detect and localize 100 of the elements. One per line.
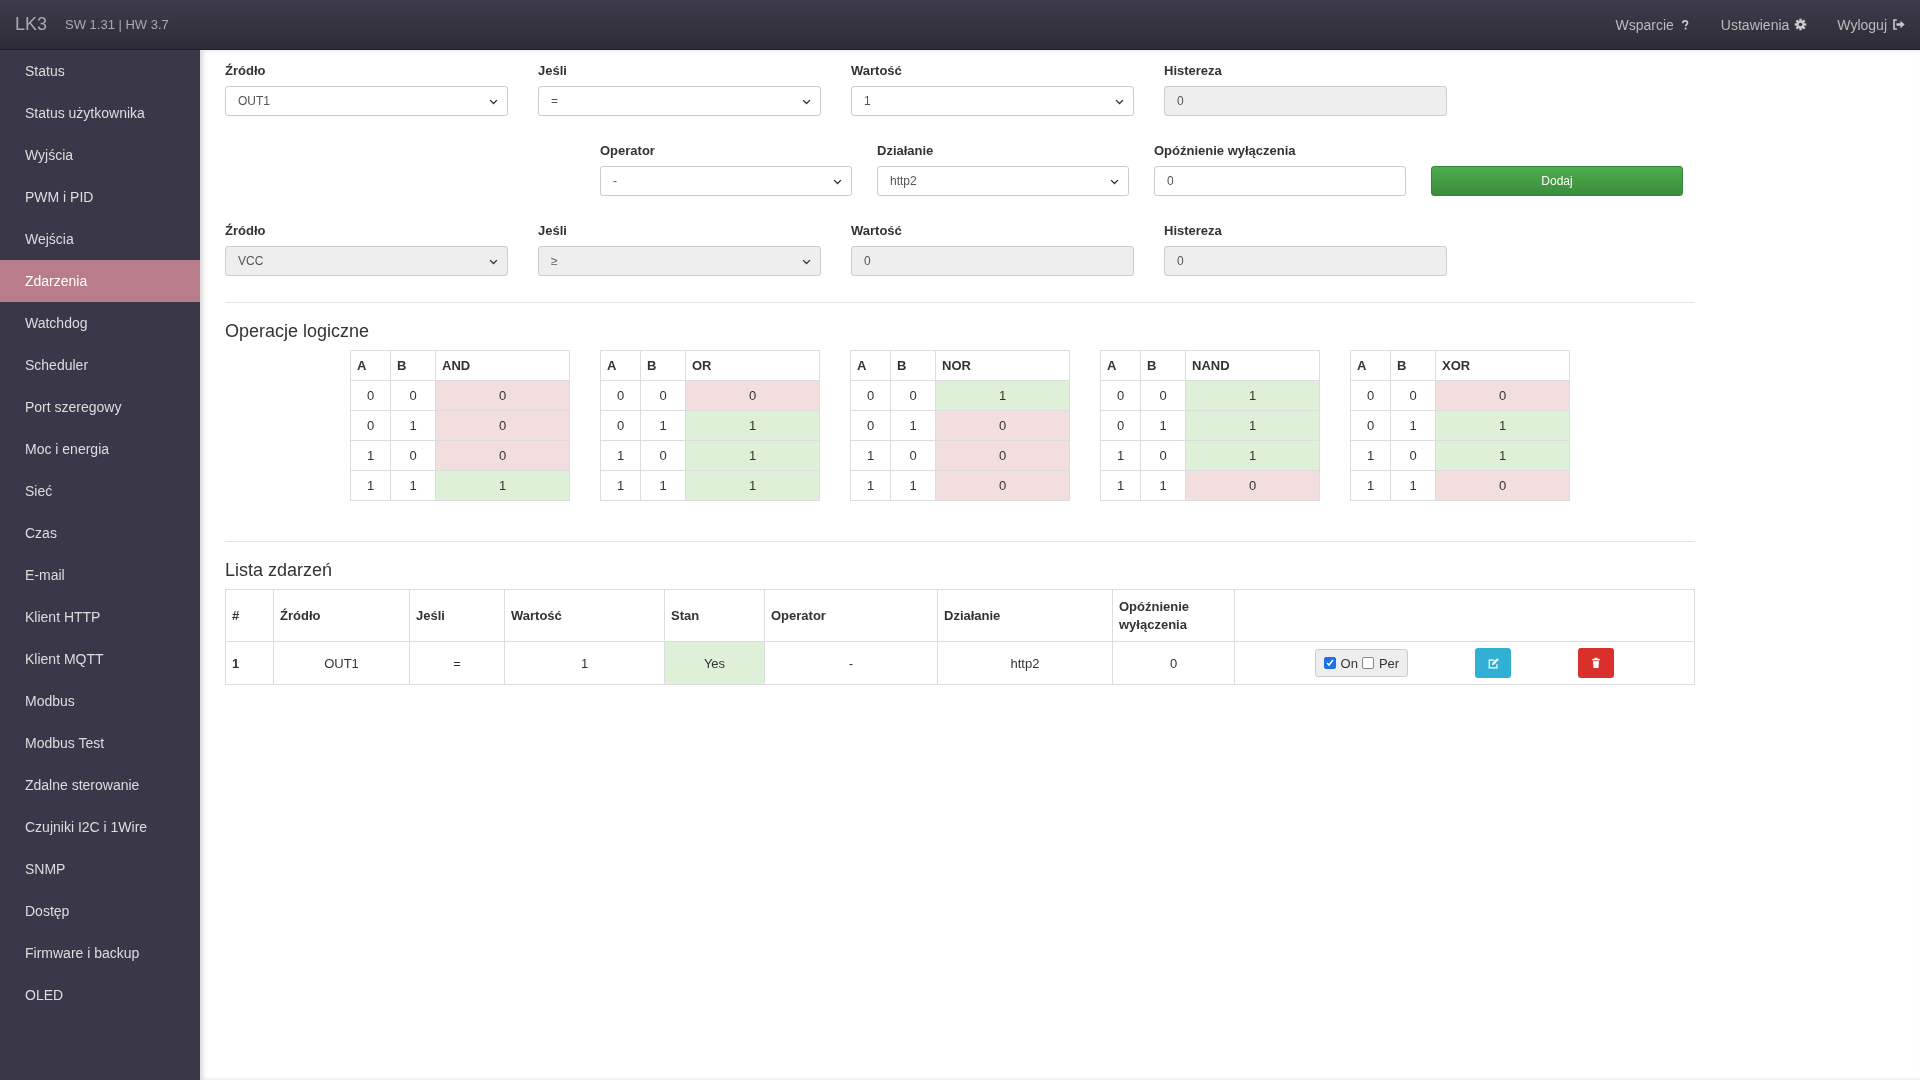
field-label: Jeśli bbox=[538, 62, 567, 80]
column-header: A bbox=[1100, 350, 1141, 381]
status-cell: Yes bbox=[664, 641, 765, 685]
table-cell: 0 bbox=[390, 440, 436, 471]
table-cell: 0 bbox=[1390, 380, 1436, 411]
column-header: Działanie bbox=[937, 589, 1113, 642]
table-cell: 0 bbox=[390, 380, 436, 411]
table-cell: 1 bbox=[1350, 440, 1391, 471]
column-header: Jeśli bbox=[409, 589, 505, 642]
table-cell: 0 bbox=[600, 410, 641, 441]
table-cell: 0 bbox=[850, 380, 891, 411]
table-cell: 0 bbox=[1390, 440, 1436, 471]
select-field[interactable]: OUT1 bbox=[225, 86, 508, 116]
checkbox[interactable] bbox=[1361, 657, 1374, 669]
sidebar-item[interactable]: Sieć bbox=[0, 470, 200, 512]
sidebar-item[interactable]: Zdalne sterowanie bbox=[0, 764, 200, 806]
column-header: NAND bbox=[1185, 350, 1320, 381]
delete-button[interactable] bbox=[1578, 648, 1615, 678]
sidebar-item[interactable]: Czujniki I2C i 1Wire bbox=[0, 806, 200, 848]
table-cell: 1 bbox=[1100, 470, 1141, 501]
column-header: B bbox=[1390, 350, 1436, 381]
edit-button[interactable] bbox=[1475, 648, 1512, 678]
result-cell: 1 bbox=[435, 470, 570, 501]
table-cell: 1 bbox=[1350, 470, 1391, 501]
sidebar-item[interactable]: Firmware i backup bbox=[0, 932, 200, 974]
sidebar-item[interactable]: SNMP bbox=[0, 848, 200, 890]
table-cell: http2 bbox=[937, 641, 1113, 685]
column-header: B bbox=[890, 350, 936, 381]
result-cell: 0 bbox=[1185, 470, 1320, 501]
sidebar-item[interactable]: E-mail bbox=[0, 554, 200, 596]
edit-icon bbox=[1486, 656, 1500, 670]
column-header: NOR bbox=[935, 350, 1070, 381]
table-cell: 0 bbox=[1140, 380, 1186, 411]
table-cell: 1 bbox=[890, 410, 936, 441]
table-cell: OUT1 bbox=[273, 641, 410, 685]
sidebar-item[interactable]: OLED bbox=[0, 974, 200, 1016]
table-cell: 1 bbox=[890, 470, 936, 501]
nav-link[interactable]: Wyloguj bbox=[1837, 16, 1905, 33]
result-cell: 0 bbox=[435, 440, 570, 471]
column-header: A bbox=[600, 350, 641, 381]
sidebar-item[interactable]: Status bbox=[0, 50, 200, 92]
column-header: B bbox=[1140, 350, 1186, 381]
table-cell: 1 bbox=[390, 470, 436, 501]
nav-link[interactable]: Wsparcie bbox=[1615, 16, 1691, 33]
sidebar-item[interactable]: Status użytkownika bbox=[0, 92, 200, 134]
sidebar-item[interactable]: Modbus Test bbox=[0, 722, 200, 764]
sidebar-item[interactable]: Wejścia bbox=[0, 218, 200, 260]
table-cell: 0 bbox=[640, 440, 686, 471]
column-header: Operator bbox=[764, 589, 938, 642]
input-field[interactable]: 0 bbox=[1154, 166, 1406, 196]
table-cell: 0 bbox=[1350, 410, 1391, 441]
table-cell: 1 bbox=[640, 410, 686, 441]
table-cell: 0 bbox=[890, 380, 936, 411]
field-label: Działanie bbox=[877, 142, 934, 160]
result-cell: 0 bbox=[435, 380, 570, 411]
sidebar-item[interactable]: Czas bbox=[0, 512, 200, 554]
result-cell: 1 bbox=[1185, 410, 1320, 441]
table-cell: 0 bbox=[1112, 641, 1235, 685]
field-label: Histereza bbox=[1164, 62, 1222, 80]
select-field[interactable]: http2 bbox=[877, 166, 1129, 196]
result-cell: 0 bbox=[685, 380, 820, 411]
sidebar-item[interactable]: Port szeregowy bbox=[0, 386, 200, 428]
select-field[interactable]: 1 bbox=[851, 86, 1134, 116]
table-cell: 0 bbox=[350, 410, 391, 441]
select-field[interactable]: = bbox=[538, 86, 821, 116]
column-header: # bbox=[225, 589, 274, 642]
table-cell: 1 bbox=[350, 440, 391, 471]
sidebar-item[interactable]: PWM i PID bbox=[0, 176, 200, 218]
sidebar-item[interactable]: Scheduler bbox=[0, 344, 200, 386]
section-heading: Operacje logiczne bbox=[225, 321, 370, 342]
sidebar-item[interactable]: Dostęp bbox=[0, 890, 200, 932]
table-cell: = bbox=[409, 641, 505, 685]
table-cell: 1 bbox=[1140, 470, 1186, 501]
sidebar-item[interactable]: Moc i energia bbox=[0, 428, 200, 470]
sidebar-item[interactable]: Klient HTTP bbox=[0, 596, 200, 638]
table-cell: 1 bbox=[600, 440, 641, 471]
checkbox-label: On bbox=[1340, 655, 1358, 671]
table-cell: 0 bbox=[1100, 380, 1141, 411]
result-cell: 1 bbox=[1435, 410, 1570, 441]
brand-logo: LK3 bbox=[15, 14, 48, 35]
column-header: Stan bbox=[664, 589, 765, 642]
result-cell: 1 bbox=[685, 470, 820, 501]
table-cell: 1 bbox=[640, 470, 686, 501]
result-cell: 0 bbox=[935, 410, 1070, 441]
nav-link[interactable]: Ustawienia bbox=[1720, 16, 1808, 33]
result-cell: 0 bbox=[935, 470, 1070, 501]
field-label: Opóźnienie wyłączenia bbox=[1154, 142, 1296, 160]
table-cell: 1 bbox=[1390, 470, 1436, 501]
sidebar-item[interactable]: Modbus bbox=[0, 680, 200, 722]
sidebar-item[interactable]: Wyjścia bbox=[0, 134, 200, 176]
table-cell: 1 bbox=[850, 470, 891, 501]
trash-icon bbox=[1590, 657, 1603, 669]
firmware-version: SW 1.31 | HW 3.7 bbox=[65, 17, 169, 32]
checkbox[interactable] bbox=[1323, 657, 1336, 669]
sidebar-item[interactable]: Klient MQTT bbox=[0, 638, 200, 680]
table-cell: 1 bbox=[600, 470, 641, 501]
select-field[interactable]: - bbox=[600, 166, 852, 196]
table-cell: - bbox=[764, 641, 938, 685]
result-cell: 1 bbox=[685, 410, 820, 441]
sidebar-item[interactable]: Watchdog bbox=[0, 302, 200, 344]
